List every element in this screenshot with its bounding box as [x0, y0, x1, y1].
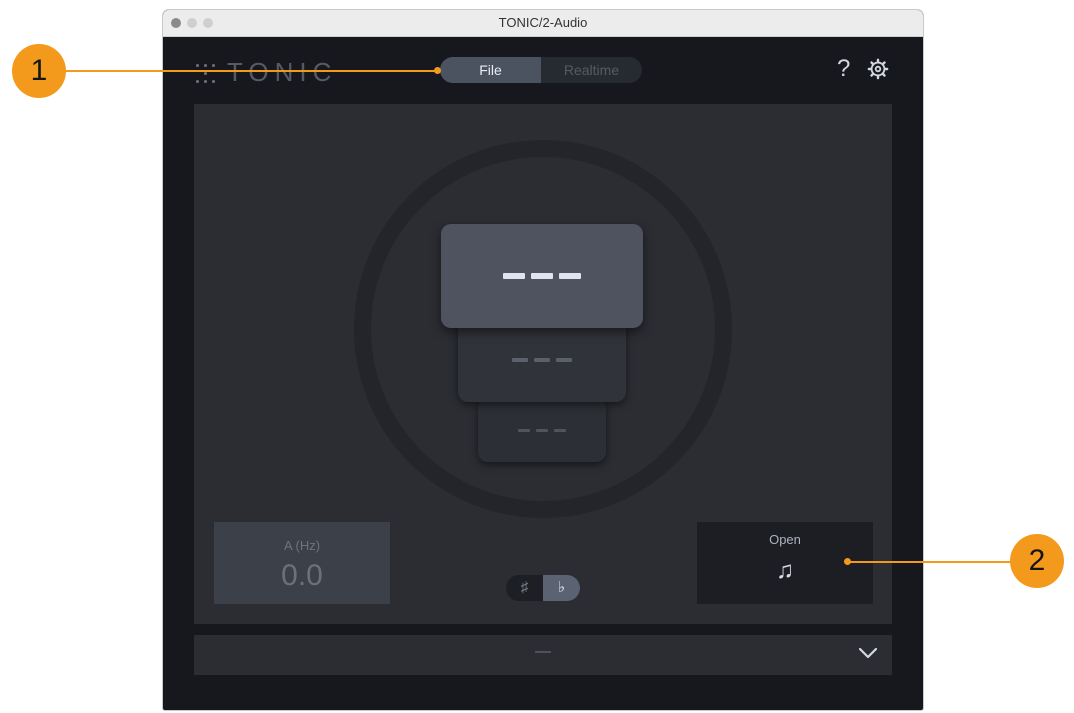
note-card-tertiary: [478, 398, 606, 462]
logo: TONIC: [193, 57, 337, 88]
open-label: Open: [769, 532, 801, 547]
accidental-toggle: ♯ ♭: [506, 575, 580, 601]
callout-1-badge: 1: [12, 44, 66, 98]
zoom-window-button[interactable]: [203, 18, 213, 28]
tab-file[interactable]: File: [440, 57, 541, 83]
flat-button[interactable]: ♭: [543, 575, 580, 601]
gear-icon[interactable]: [867, 58, 889, 80]
callout-2-badge: 2: [1010, 534, 1064, 588]
main-panel: A (Hz) 0.0 ♯ ♭ Open ♫: [194, 104, 892, 624]
close-window-button[interactable]: [171, 18, 181, 28]
chevron-down-icon[interactable]: [858, 646, 878, 660]
callout-1-dot: [434, 67, 441, 74]
minimize-window-button[interactable]: [187, 18, 197, 28]
note-card-primary: [441, 224, 643, 328]
logo-icon: [193, 61, 217, 85]
logo-text: TONIC: [227, 57, 338, 87]
callout-1-line: [66, 70, 438, 72]
frequency-value: 0.0: [281, 559, 323, 592]
bottom-bar-text: —: [535, 643, 551, 660]
callout-2-dot: [844, 558, 851, 565]
frequency-label: A (Hz): [283, 538, 321, 553]
title-bar: TONIC/2-Audio: [163, 10, 923, 37]
callout-2-line: [847, 561, 1012, 563]
help-button[interactable]: ?: [837, 55, 850, 83]
mode-switch: File Realtime: [440, 57, 642, 83]
window-title: TONIC/2-Audio: [498, 15, 588, 30]
reference-frequency-field[interactable]: A (Hz) 0.0: [214, 522, 390, 604]
window-controls: [171, 18, 213, 28]
bottom-bar[interactable]: —: [194, 635, 892, 675]
tab-realtime[interactable]: Realtime: [541, 57, 642, 83]
note-card-secondary: [458, 318, 626, 402]
app-window: TONIC/2-Audio TONIC File Realtime ? A (H…: [163, 10, 923, 710]
sharp-button[interactable]: ♯: [506, 575, 543, 601]
